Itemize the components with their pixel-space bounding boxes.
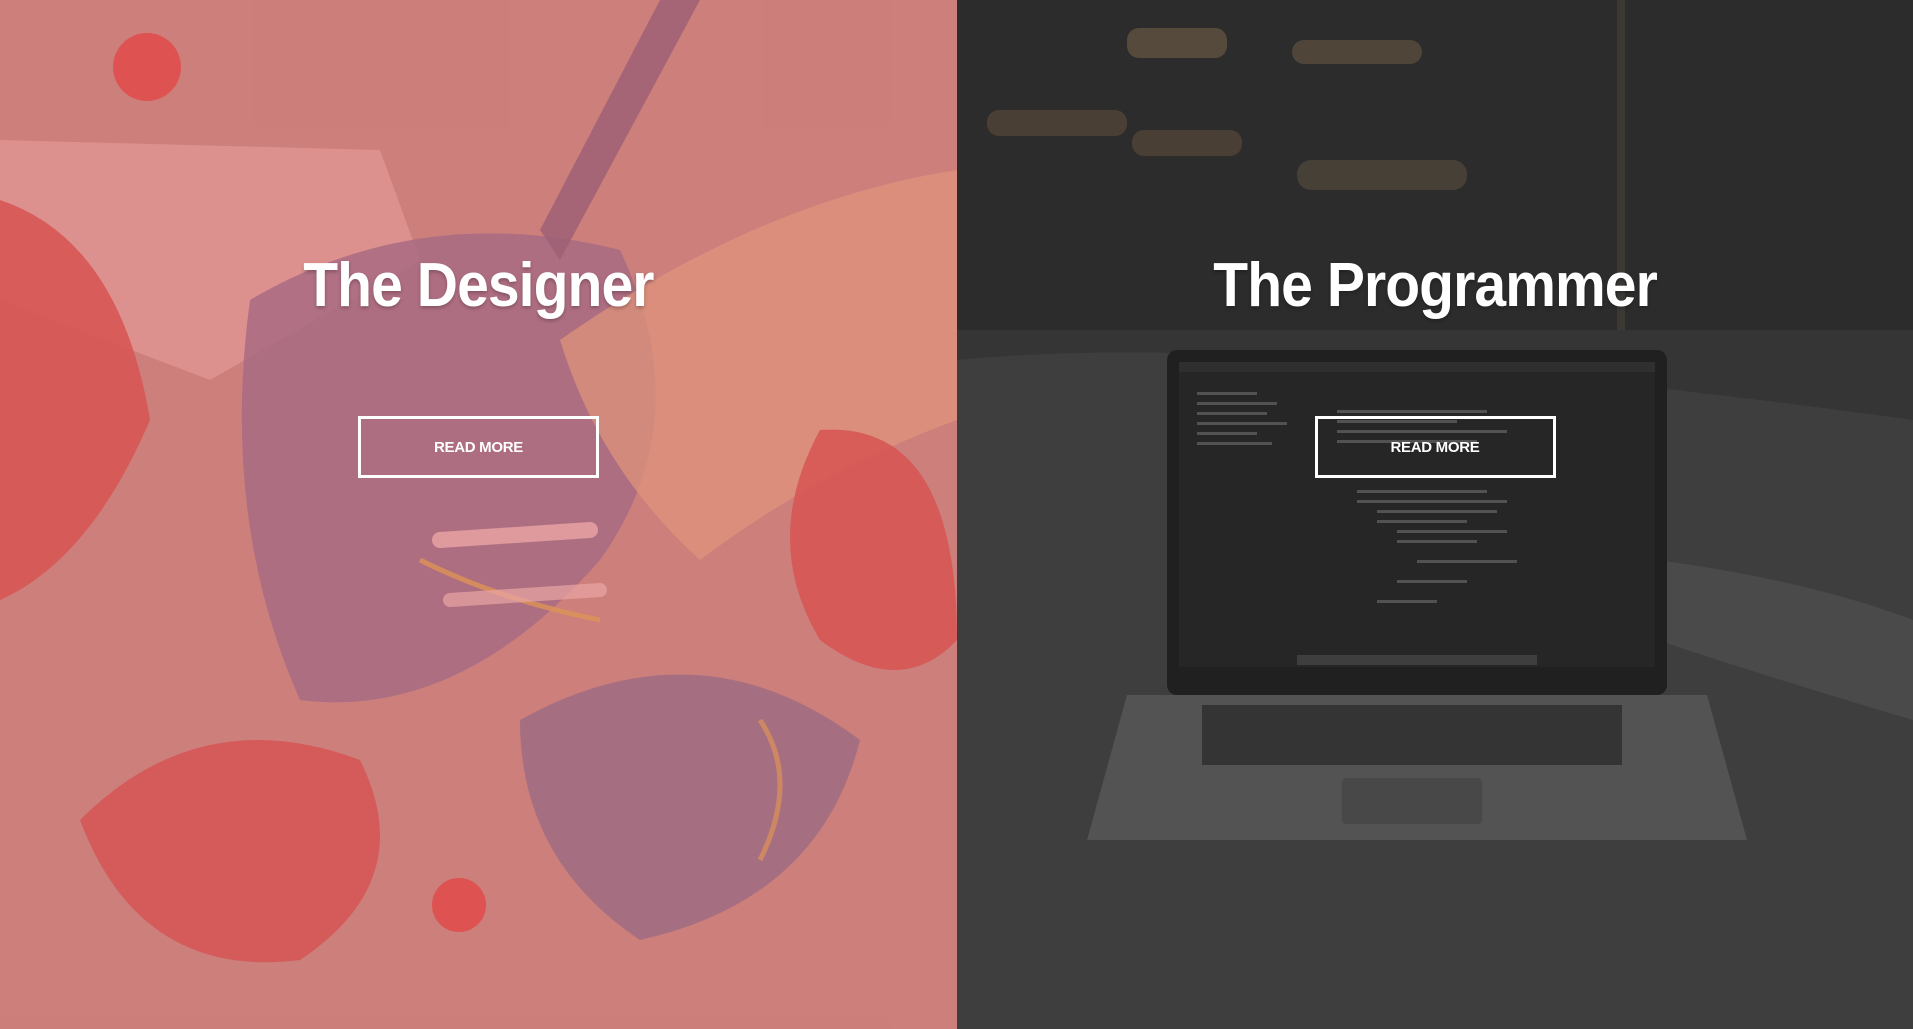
programmer-content: The Programmer READ MORE: [957, 0, 1913, 478]
designer-title: The Designer: [303, 251, 654, 320]
programmer-read-more-button[interactable]: READ MORE: [1314, 416, 1556, 478]
designer-content: The Designer READ MORE: [0, 0, 957, 478]
programmer-title: The Programmer: [1213, 251, 1658, 320]
designer-read-more-button[interactable]: READ MORE: [358, 416, 599, 478]
split-hero: The Designer READ MORE The Programmer RE…: [0, 0, 1913, 1029]
programmer-panel: The Programmer READ MORE: [957, 0, 1913, 1029]
designer-panel: The Designer READ MORE: [0, 0, 957, 1029]
